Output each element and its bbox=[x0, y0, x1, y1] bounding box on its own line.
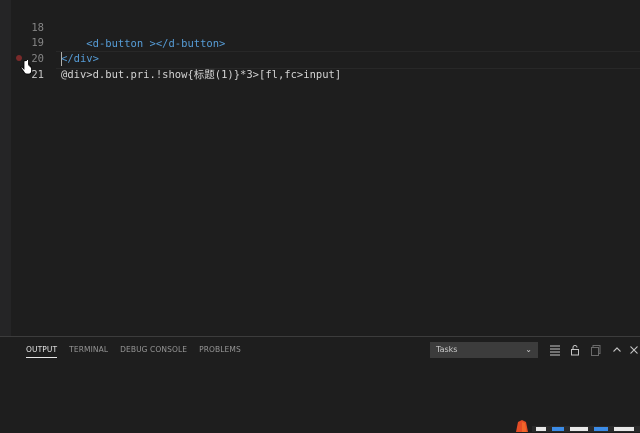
chevron-up-icon[interactable] bbox=[610, 343, 624, 357]
code-line[interactable]: 20 @div>d.but.pri.!show{标题(1)}*3>[fl,fc>… bbox=[0, 35, 640, 81]
copy-icon[interactable] bbox=[589, 343, 603, 357]
tab-terminal[interactable]: TERMINAL bbox=[69, 345, 108, 358]
output-channel-value: Tasks bbox=[436, 345, 458, 354]
output-channel-select[interactable]: Tasks ⌄ bbox=[430, 342, 538, 358]
code-line[interactable]: 21 bbox=[0, 51, 640, 81]
list-filter-icon[interactable] bbox=[548, 343, 562, 357]
line-content: @div>d.but.pri.!show{标题(1)}*3>[fl,fc>inp… bbox=[61, 69, 342, 81]
close-icon[interactable] bbox=[627, 343, 640, 357]
lock-icon[interactable] bbox=[568, 343, 582, 357]
tab-debug-console[interactable]: DEBUG CONSOLE bbox=[120, 345, 187, 358]
hand-pointer-icon bbox=[20, 60, 32, 75]
tab-problems[interactable]: PROBLEMS bbox=[199, 345, 241, 358]
code-editor[interactable]: 18 <d-button ></d-button> 19 </div> 20 @… bbox=[0, 0, 640, 336]
chevron-down-icon: ⌄ bbox=[525, 345, 532, 354]
panel-tabs: OUTPUT TERMINAL DEBUG CONSOLE PROBLEMS bbox=[26, 345, 241, 358]
code-line[interactable]: 18 <d-button ></d-button> bbox=[0, 4, 640, 50]
tab-output[interactable]: OUTPUT bbox=[26, 345, 58, 358]
bottom-panel: OUTPUT TERMINAL DEBUG CONSOLE PROBLEMS T… bbox=[0, 336, 640, 433]
code-line[interactable]: 19 </div> bbox=[0, 19, 640, 65]
text-caret bbox=[61, 52, 62, 66]
html-logo-banner bbox=[516, 420, 640, 432]
